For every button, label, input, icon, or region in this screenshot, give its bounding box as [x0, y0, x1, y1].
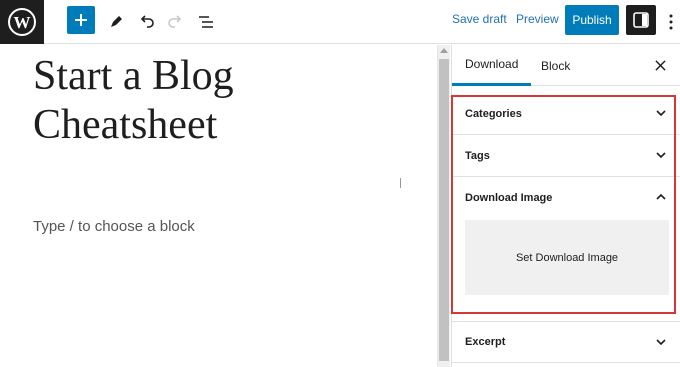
undo-icon	[140, 15, 154, 28]
panel-download-image[interactable]: Download Image	[452, 177, 680, 218]
close-icon	[654, 59, 666, 71]
tab-download[interactable]: Download	[452, 45, 532, 86]
panel-categories-label: Categories	[465, 107, 522, 120]
settings-sidebar: Download Block Categories Tags Download …	[451, 45, 680, 367]
set-download-image-button[interactable]: Set Download Image	[465, 220, 669, 295]
chevron-down-icon	[656, 110, 666, 117]
wordpress-logo-icon[interactable]: W	[0, 0, 44, 44]
panel-excerpt-label: Excerpt	[465, 336, 506, 348]
pencil-icon	[111, 16, 122, 27]
chevron-up-icon	[656, 193, 666, 200]
editor-scrollbar[interactable]	[437, 45, 450, 367]
close-sidebar-button[interactable]	[650, 55, 670, 75]
panel-categories[interactable]: Categories	[452, 93, 680, 135]
undo-button[interactable]	[130, 6, 162, 38]
sidebar-toggle-button[interactable]	[626, 5, 656, 35]
more-vertical-icon	[669, 14, 673, 30]
text-caret	[400, 178, 401, 188]
scroll-up-arrow-icon[interactable]	[440, 48, 448, 53]
more-options-button[interactable]	[664, 8, 678, 36]
post-title[interactable]: Start a Blog Cheatsheet	[33, 52, 393, 150]
scroll-thumb[interactable]	[439, 59, 449, 361]
preview-button[interactable]: Preview	[516, 12, 559, 26]
plus-icon	[75, 14, 87, 26]
editor-toolbar: W Save draft Preview Publish	[0, 0, 680, 44]
redo-button[interactable]	[160, 6, 192, 38]
publish-button[interactable]: Publish	[565, 5, 619, 35]
list-view-button[interactable]	[190, 6, 222, 38]
save-draft-button[interactable]: Save draft	[452, 12, 507, 26]
sidebar-toggle-icon	[633, 12, 649, 28]
redo-icon	[168, 15, 182, 28]
panel-tags-label: Tags	[465, 149, 490, 162]
chevron-down-icon	[656, 152, 666, 159]
chevron-down-icon	[656, 339, 666, 346]
panel-excerpt[interactable]: Excerpt	[452, 321, 680, 363]
block-placeholder[interactable]: Type / to choose a block	[33, 218, 195, 235]
svg-text:W: W	[14, 13, 31, 32]
add-block-button[interactable]	[67, 6, 95, 34]
list-view-icon	[199, 16, 213, 28]
tab-block[interactable]: Block	[528, 45, 583, 86]
sidebar-tabs: Download Block	[452, 45, 680, 86]
edit-tools-button[interactable]	[100, 6, 132, 38]
panel-download-image-label: Download Image	[465, 191, 553, 204]
panel-tags[interactable]: Tags	[452, 135, 680, 177]
